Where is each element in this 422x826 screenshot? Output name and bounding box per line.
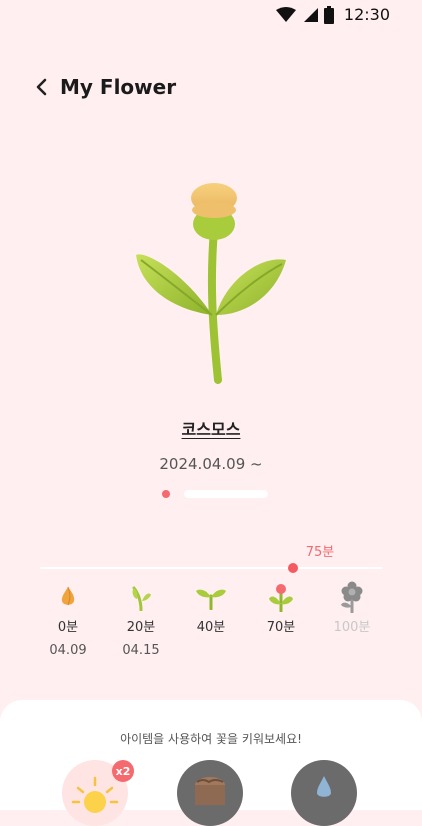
items-caption: 아이템을 사용하여 꽃을 키워보세요! xyxy=(120,732,302,746)
stage-seedling: 40분 xyxy=(181,582,241,643)
stage-date: 04.09 xyxy=(49,643,87,658)
stage-minutes: 70분 xyxy=(266,620,296,635)
sun-item-count-badge: x2 xyxy=(112,760,134,782)
seed-icon xyxy=(61,586,75,606)
stage-flower: 100분 xyxy=(322,581,382,643)
stage-minutes: 0분 xyxy=(57,620,79,635)
stage-seed: 0분 04.09 xyxy=(38,582,98,658)
flower-icon xyxy=(341,581,363,613)
page-title: My Flower xyxy=(60,75,177,99)
start-date: 2024.04.09 ~ xyxy=(159,455,263,473)
progress-marker xyxy=(287,563,298,573)
water-drop-icon xyxy=(317,776,331,797)
stage-minutes: 40분 xyxy=(196,620,226,635)
page-dot-active[interactable] xyxy=(162,490,170,498)
progress-label: 75분 xyxy=(305,545,335,560)
page-dot-inactive[interactable] xyxy=(184,490,268,498)
stage-bud: 70분 xyxy=(251,582,311,643)
status-bar: 12:30 xyxy=(0,0,422,30)
progress-track xyxy=(40,567,382,569)
stage-date: 04.15 xyxy=(122,643,160,658)
header: My Flower xyxy=(30,70,402,104)
signal-icon xyxy=(303,7,318,22)
bud-icon xyxy=(269,584,293,612)
back-button[interactable] xyxy=(30,76,52,98)
stage-minutes: 20분 xyxy=(126,620,156,635)
plant-illustration xyxy=(136,183,286,384)
page-indicator xyxy=(162,490,268,498)
chevron-left-icon xyxy=(36,78,47,96)
stage-sprout: 20분 04.15 xyxy=(111,582,171,658)
stage-minutes: 100분 xyxy=(333,620,371,635)
soil-icon xyxy=(195,777,225,805)
clock: 12:30 xyxy=(343,5,390,24)
seedling-icon xyxy=(196,589,226,610)
items-panel: 아이템을 사용하여 꽃을 키워보세요! xyxy=(0,700,422,826)
wifi-icon xyxy=(275,6,296,22)
sprout-icon xyxy=(132,586,151,611)
soil-item-button[interactable] xyxy=(177,760,243,826)
water-item-button[interactable] xyxy=(291,760,357,826)
battery-icon xyxy=(323,5,334,24)
flower-name[interactable]: 코스모스 xyxy=(0,416,422,440)
